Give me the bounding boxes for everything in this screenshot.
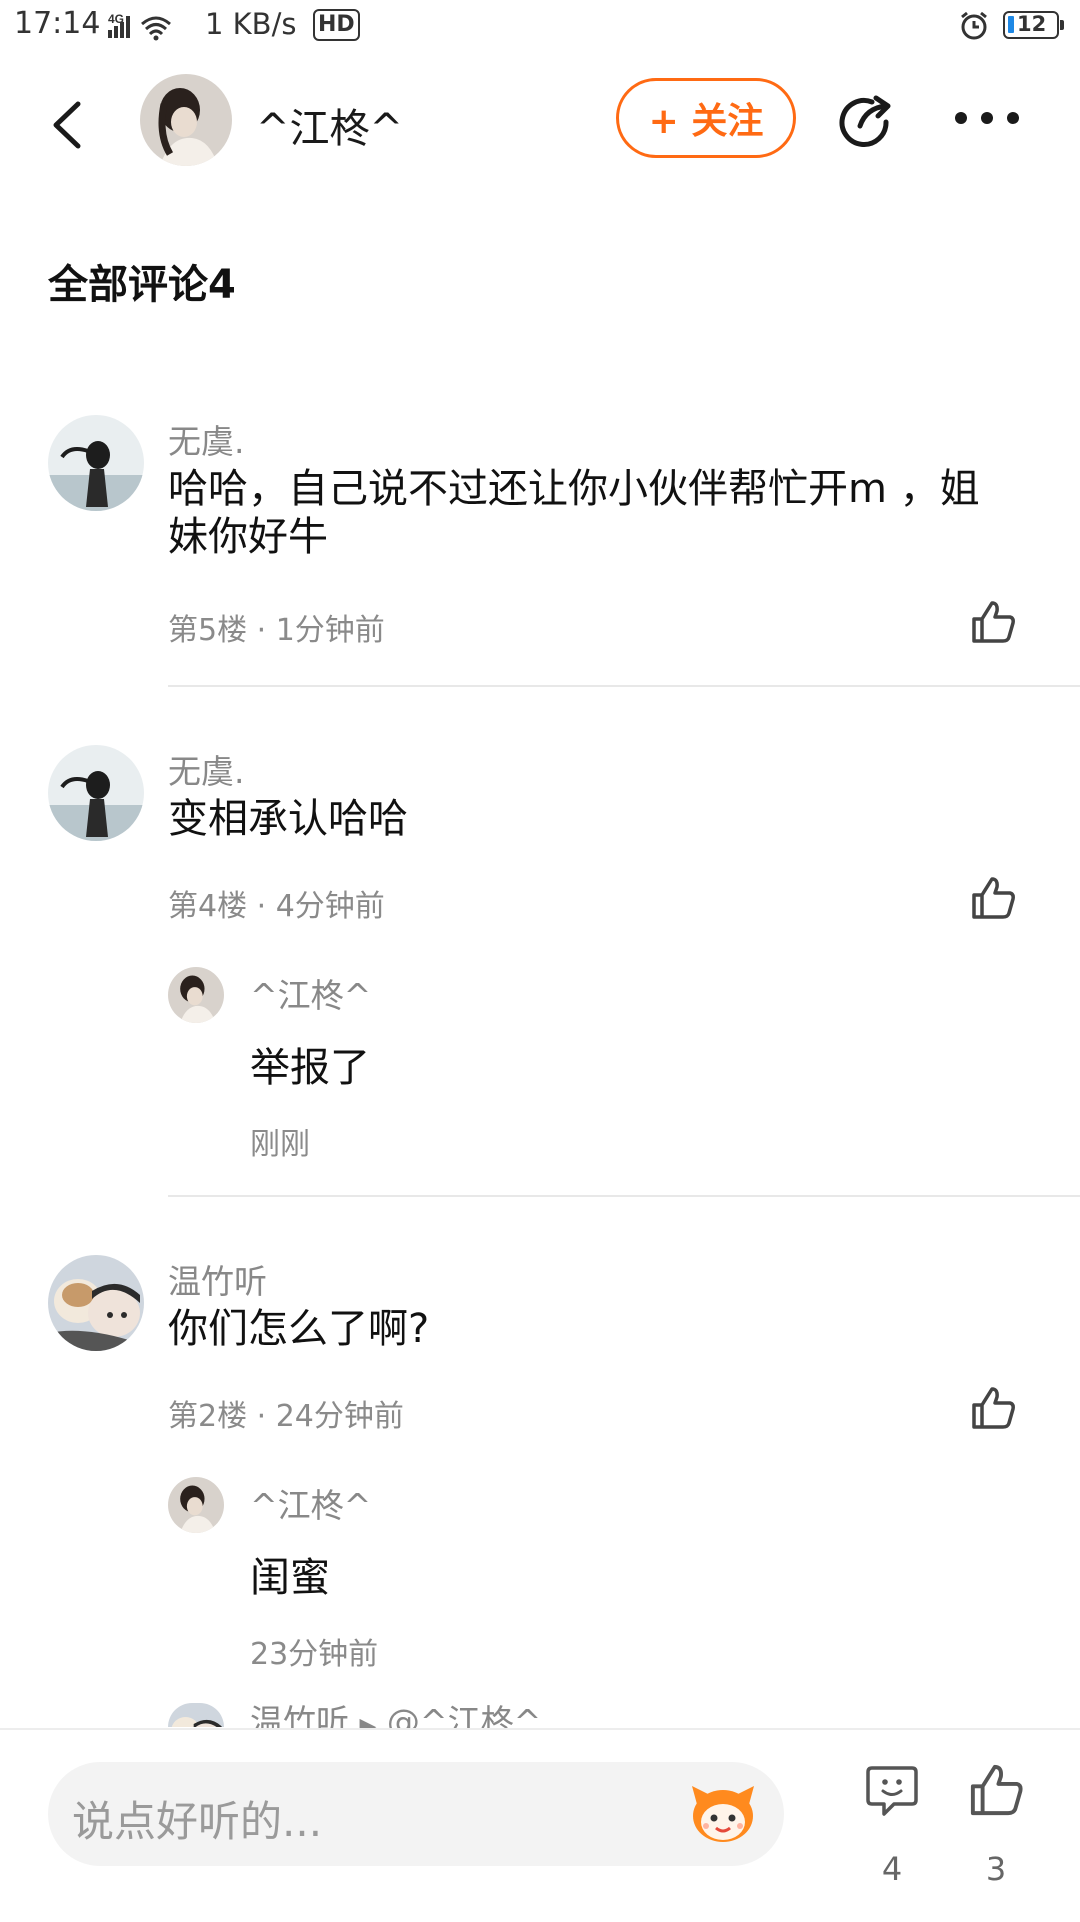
comment-meta: 第4楼 · 4分钟前 xyxy=(168,889,385,924)
comment-text: 变相承认哈哈 xyxy=(168,796,408,842)
signal-icon: 4G xyxy=(108,10,198,46)
reply-author-name: 温竹听 xyxy=(250,1702,349,1730)
comment-text: 你们怎么了啊? xyxy=(168,1306,430,1352)
like-count: 3 xyxy=(985,1850,1007,1888)
hd-badge: HD xyxy=(313,9,360,41)
reply-text: 举报了 xyxy=(250,1045,370,1091)
reply-text: 闺蜜 xyxy=(250,1555,330,1601)
battery-icon: 12 xyxy=(1003,11,1064,39)
more-icon xyxy=(955,112,1019,124)
comment-icon xyxy=(866,1766,918,1816)
reply-author[interactable]: ^江柊^ xyxy=(250,1479,371,1527)
comments-title: 全部评论4 xyxy=(48,262,236,308)
reply-avatar[interactable] xyxy=(168,1703,224,1727)
status-time: 17:14 xyxy=(14,6,101,41)
back-button[interactable] xyxy=(48,100,88,150)
mascot-emoji-icon xyxy=(692,1786,754,1842)
share-icon xyxy=(839,95,891,147)
commenter-avatar[interactable] xyxy=(48,745,144,841)
bottom-bar: 说点好听的... 4 3 xyxy=(0,1728,1080,1922)
network-speed: 1 KB/s xyxy=(205,7,297,41)
emoji-button[interactable] xyxy=(688,1780,758,1846)
comment-input[interactable]: 说点好听的... xyxy=(48,1762,784,1866)
commenter-name[interactable]: 无虞. xyxy=(168,745,245,793)
comment-meta: 第5楼 · 1分钟前 xyxy=(168,613,385,648)
reply-avatar[interactable] xyxy=(168,1477,224,1533)
divider xyxy=(168,1195,1080,1197)
like-button[interactable] xyxy=(970,875,1016,921)
author-avatar[interactable] xyxy=(140,74,232,166)
commenter-avatar[interactable] xyxy=(48,415,144,511)
like-count-button[interactable]: 3 xyxy=(968,1762,1024,1888)
like-button[interactable] xyxy=(970,1385,1016,1431)
commenter-avatar[interactable] xyxy=(48,1255,144,1351)
battery-level: 12 xyxy=(1017,12,1047,36)
reply-avatar[interactable] xyxy=(168,967,224,1023)
like-button[interactable] xyxy=(970,599,1016,645)
reply-target: @^江柊^ xyxy=(386,1702,542,1730)
divider xyxy=(168,685,1080,687)
header: ^江柊^ + 关注 xyxy=(0,60,1080,180)
comment-text: 哈哈，自己说不过还让你小伙伴帮忙开m ，姐妹你好牛 xyxy=(168,466,980,560)
follow-button[interactable]: + 关注 xyxy=(616,78,796,158)
share-button[interactable] xyxy=(836,92,896,152)
reply-author[interactable]: 温竹听 ▶ @^江柊^ xyxy=(250,1702,541,1730)
status-bar: 17:14 4G 1 KB/s HD 12 xyxy=(0,0,1080,56)
comment-count-button[interactable]: 4 xyxy=(864,1762,920,1888)
thumbs-up-icon xyxy=(972,1387,1015,1429)
commenter-name[interactable]: 无虞. xyxy=(168,415,245,463)
more-button[interactable] xyxy=(952,108,1022,128)
thumbs-up-icon xyxy=(970,1764,1023,1816)
comment-meta: 第2楼 · 24分钟前 xyxy=(168,1399,404,1434)
comment-count: 4 xyxy=(881,1850,903,1888)
chevron-left-icon xyxy=(53,101,81,149)
author-name[interactable]: ^江柊^ xyxy=(256,96,403,154)
alarm-icon xyxy=(958,11,990,45)
follow-label: + 关注 xyxy=(648,101,764,142)
comment-input-placeholder: 说点好听的... xyxy=(72,1797,323,1846)
thumbs-up-icon xyxy=(972,601,1015,643)
commenter-name[interactable]: 温竹听 xyxy=(168,1255,267,1303)
thumbs-up-icon xyxy=(972,877,1015,919)
reply-meta: 刚刚 xyxy=(250,1127,310,1162)
reply-meta: 23分钟前 xyxy=(250,1637,379,1672)
reply-author[interactable]: ^江柊^ xyxy=(250,969,371,1017)
